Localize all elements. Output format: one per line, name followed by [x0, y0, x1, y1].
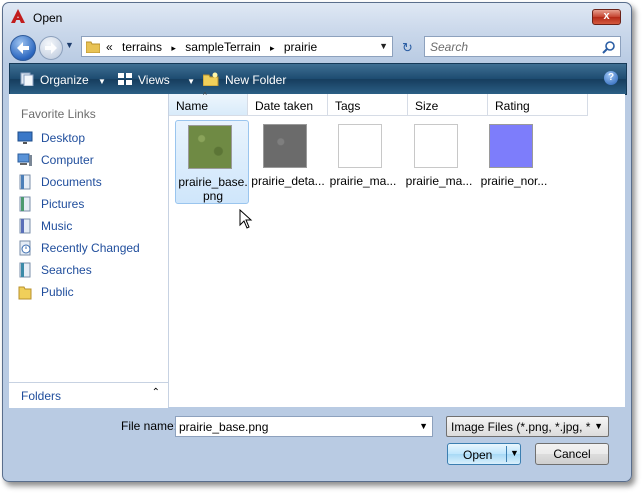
column-header-size[interactable]: Size — [408, 94, 488, 116]
organize-menu[interactable]: Organize ▼ — [20, 72, 106, 87]
back-button[interactable] — [10, 35, 36, 61]
documents-icon — [19, 174, 31, 190]
new-folder-icon — [203, 72, 219, 86]
recent-pages-dropdown[interactable]: ▼ — [65, 40, 77, 54]
sidebar-item-label: Pictures — [41, 197, 85, 211]
organize-label: Organize — [40, 73, 89, 87]
views-label: Views — [138, 73, 170, 87]
file-type-value: Image Files (*.png, *.jpg, *.dds — [451, 420, 591, 434]
title-bar: Open x — [3, 3, 631, 31]
chevron-down-icon[interactable]: ▼ — [419, 421, 428, 431]
pictures-icon — [19, 196, 31, 212]
file-name: prairie_nor... — [480, 174, 548, 188]
split-divider — [506, 446, 507, 462]
breadcrumb-separator[interactable]: ▸ — [270, 43, 275, 53]
views-dropdown-icon: ▼ — [187, 77, 196, 86]
views-menu[interactable]: Views ▼ — [118, 72, 195, 87]
open-options-dropdown[interactable]: ▼ — [510, 448, 519, 458]
computer-icon — [17, 153, 32, 166]
open-button[interactable]: Open ▼ — [447, 443, 521, 465]
autocad-app-icon — [11, 9, 25, 23]
folder-icon — [86, 41, 100, 53]
open-dialog: Open x ▼ « terrains ▸ sampleTerrain ▸ pr… — [2, 2, 632, 482]
breadcrumb-terrains[interactable]: terrains — [122, 40, 162, 54]
sidebar-item-label: Searches — [41, 263, 92, 277]
sidebar-item-label: Recently Changed — [41, 241, 140, 255]
mouse-pointer-icon — [239, 209, 253, 229]
command-toolbar: Organize ▼ Views ▼ New Folder ? — [9, 63, 627, 95]
search-icon[interactable] — [602, 40, 616, 54]
sidebar-item-label: Music — [41, 219, 73, 233]
sidebar-item-label: Public — [41, 285, 74, 299]
back-arrow-icon — [17, 42, 29, 54]
organize-dropdown-icon: ▼ — [98, 77, 106, 86]
breadcrumb-sampleterrain[interactable]: sampleTerrain — [185, 40, 260, 54]
column-header-date-taken[interactable]: Date taken — [248, 94, 328, 116]
file-name: prairie_ma... — [329, 174, 397, 188]
address-bar[interactable]: « terrains ▸ sampleTerrain ▸ prairie ▼ — [81, 36, 393, 57]
chevron-down-icon: ▼ — [594, 421, 603, 431]
file-type-select[interactable]: Image Files (*.png, *.jpg, *.dds ▼ — [446, 416, 609, 437]
sidebar-item-label: Computer — [41, 153, 94, 167]
column-header-name[interactable]: Name ^ — [169, 91, 248, 116]
sidebar-item-label: Documents — [41, 175, 102, 189]
new-folder-button[interactable]: New Folder — [203, 72, 286, 87]
image-thumbnail — [263, 124, 307, 168]
image-thumbnail — [414, 124, 458, 168]
column-label: Rating — [495, 99, 530, 113]
music-icon — [19, 218, 31, 234]
file-item[interactable]: prairie_deta... — [251, 120, 325, 204]
file-item[interactable]: prairie_ma... — [402, 120, 476, 204]
file-list-pane: Name ^ Date taken Tags Size Rating prair… — [169, 91, 625, 407]
folders-label: Folders — [21, 389, 62, 403]
image-thumbnail — [489, 124, 533, 168]
column-header-tags[interactable]: Tags — [328, 94, 408, 116]
file-name-label: File name: — [121, 419, 178, 433]
search-placeholder: Search — [430, 40, 469, 54]
file-name-value: prairie_base.png — [179, 420, 269, 434]
column-label: Name — [176, 99, 209, 113]
navigation-pane: Favorite Links Desktop Computer Document… — [9, 94, 169, 408]
address-dropdown[interactable]: ▼ — [379, 41, 388, 51]
column-label: Size — [415, 99, 439, 113]
open-label: Open — [463, 448, 493, 462]
cancel-button[interactable]: Cancel — [535, 443, 609, 465]
folders-toggle[interactable]: Folders ⌃ — [9, 382, 168, 408]
desktop-icon — [17, 131, 33, 144]
searches-icon — [19, 262, 31, 278]
file-item[interactable]: prairie_nor... — [477, 120, 551, 204]
file-item[interactable]: prairie_ma... — [326, 120, 400, 204]
breadcrumb-overflow[interactable]: « — [106, 40, 113, 54]
organize-icon — [20, 72, 34, 86]
views-icon — [118, 73, 132, 85]
public-folder-icon — [18, 286, 32, 300]
new-folder-label: New Folder — [225, 73, 287, 87]
forward-arrow-icon — [45, 42, 57, 54]
file-name-field[interactable]: prairie_base.png ▼ — [175, 416, 433, 437]
help-icon[interactable]: ? — [604, 71, 618, 85]
sidebar-item-label: Desktop — [41, 131, 86, 145]
breadcrumb: « terrains ▸ sampleTerrain ▸ prairie — [106, 40, 323, 54]
forward-button[interactable] — [39, 36, 63, 60]
close-button[interactable]: x — [592, 9, 621, 25]
breadcrumb-separator[interactable]: ▸ — [171, 43, 176, 53]
image-thumbnail — [338, 124, 382, 168]
breadcrumb-prairie[interactable]: prairie — [284, 40, 317, 54]
image-thumbnail — [188, 125, 232, 169]
column-label: Tags — [335, 99, 361, 113]
window-title: Open — [33, 11, 63, 25]
navigation-bar: ▼ « terrains ▸ sampleTerrain ▸ prairie ▼… — [3, 31, 631, 63]
file-name: prairie_ma... — [405, 174, 473, 188]
search-input[interactable]: Search — [424, 36, 621, 57]
file-name: prairie_base. png — [178, 175, 248, 203]
chevron-up-icon: ⌃ — [151, 387, 160, 398]
column-header-rating[interactable]: Rating — [488, 94, 588, 116]
sort-ascending-icon: ^ — [203, 91, 207, 100]
file-name: prairie_deta... — [251, 174, 325, 188]
recent-icon — [19, 240, 31, 256]
favorite-links-heading: Favorite Links — [21, 107, 96, 121]
file-item[interactable]: prairie_base. png — [175, 120, 249, 204]
refresh-button[interactable]: ↻ — [396, 36, 419, 59]
column-label: Date taken — [255, 99, 314, 113]
